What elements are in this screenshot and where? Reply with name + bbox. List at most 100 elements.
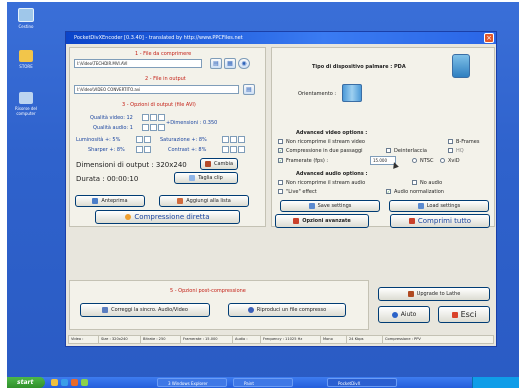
change-size-button[interactable]: Cambia: [200, 158, 238, 170]
options-heading: 3 - Opzioni di output (file AVI): [122, 102, 196, 108]
desktop-icon-recycle-bin[interactable]: Cestino: [11, 8, 41, 29]
browser-icon[interactable]: [61, 379, 68, 386]
compress-icon: [125, 214, 132, 220]
status-cell: Audio :: [233, 336, 261, 343]
saturation-max[interactable]: [238, 136, 245, 143]
browse-output-button[interactable]: ▤: [243, 84, 255, 95]
direct-compress-button[interactable]: Compressione diretta: [95, 210, 240, 224]
video-quality-up[interactable]: [150, 114, 157, 121]
audio-normalization-checkbox[interactable]: ✓: [386, 189, 391, 194]
no-audio-checkbox[interactable]: [412, 180, 417, 185]
framerate-checkbox[interactable]: ✓: [278, 158, 283, 163]
status-cell: Video :: [69, 336, 99, 343]
mouse-cursor-icon: [391, 161, 399, 169]
orientation-icon[interactable]: [342, 84, 362, 102]
no-recompress-audio-checkbox[interactable]: [278, 180, 283, 185]
add-to-list-button[interactable]: Aggiungi alla lista: [159, 195, 249, 207]
right-options-panel: Tipo di dispositivo palmare : PDA Orient…: [271, 47, 495, 227]
advanced-audio-heading: Advanced audio options :: [296, 171, 368, 177]
video-info-button[interactable]: ▦: [224, 58, 236, 69]
sharpness-up[interactable]: [144, 146, 151, 153]
dimension-label: +Dimensioni : 0.350: [166, 120, 218, 126]
info-icon: ◉: [241, 60, 247, 67]
save-settings-button[interactable]: Save settings: [280, 200, 380, 212]
cut-clip-button[interactable]: Taglia clip: [174, 172, 238, 184]
taskbar-item-active[interactable]: PocketDivX: [327, 378, 397, 387]
audio-quality-down[interactable]: [142, 124, 149, 131]
brightness-down[interactable]: [136, 136, 143, 143]
video-quality-max[interactable]: [158, 114, 165, 121]
sharpness-label: Sharper +: 8%: [88, 147, 125, 153]
audio-normalization-label: Audio normalization: [394, 189, 444, 195]
live-effect-checkbox[interactable]: [278, 189, 283, 194]
compress-all-button[interactable]: Comprimi tutto: [390, 214, 490, 228]
video-quality-down[interactable]: [142, 114, 149, 121]
ntsc-label: NTSC: [420, 158, 434, 164]
advanced-video-heading: Advanced video options :: [296, 130, 368, 136]
bframes-label: B-Frames: [456, 139, 480, 145]
desktop-icon-computer[interactable]: Risorse del computer: [11, 92, 41, 116]
no-recompress-video-checkbox[interactable]: [278, 139, 283, 144]
add-list-icon: [177, 197, 184, 204]
media-icon[interactable]: [71, 379, 78, 386]
close-button[interactable]: ×: [484, 33, 494, 43]
deinterlace-checkbox[interactable]: [386, 148, 391, 153]
preview-button[interactable]: Anteprima: [75, 195, 145, 207]
start-button[interactable]: start: [7, 377, 45, 388]
sharpness-down[interactable]: [136, 146, 143, 153]
compress-all-icon: [408, 218, 415, 224]
saturation-up[interactable]: [230, 136, 237, 143]
play-file-button[interactable]: Riproduci un file compresso: [228, 303, 346, 317]
ntsc-radio[interactable]: [412, 158, 417, 163]
no-recompress-audio-label: Non ricomprime il stream audio: [286, 180, 366, 186]
load-settings-button[interactable]: Load settings: [389, 200, 489, 212]
folder-icon: [19, 50, 33, 62]
contrast-up[interactable]: [230, 146, 237, 153]
hq-label: HQ: [456, 148, 464, 154]
left-options-panel: 1 - File da comprimere I:\Video\TECHDIR.…: [69, 47, 266, 227]
xvid-radio[interactable]: [440, 158, 445, 163]
info-button[interactable]: ◉: [238, 58, 250, 69]
input-heading: 1 - File da comprimere: [135, 51, 192, 57]
xvid-label: XviD: [448, 158, 460, 164]
taskbar-item[interactable]: Paint: [233, 378, 293, 387]
brightness-up[interactable]: [144, 136, 151, 143]
av-sync-button[interactable]: Correggi la sincro. Audio/Video: [80, 303, 210, 317]
upgrade-button[interactable]: Upgrade to Lathe: [378, 287, 490, 301]
folder-icon: ▤: [246, 86, 252, 93]
saturation-label: Saturazione +: 8%: [160, 137, 207, 143]
desktop-icon-store[interactable]: STORE: [11, 50, 41, 69]
deinterlace-label: Deinterlaccia: [394, 148, 427, 154]
status-cell: Bitrate : 250: [141, 336, 181, 343]
app-icon[interactable]: [81, 379, 88, 386]
status-cell: Size : 320x240: [99, 336, 141, 343]
bframes-checkbox[interactable]: [448, 139, 453, 144]
input-path-field[interactable]: I:\Video\TECHDIR.MVI.AVI: [74, 59, 202, 68]
two-pass-checkbox[interactable]: ✓: [278, 148, 283, 153]
exit-icon: [451, 311, 458, 318]
computer-icon: [19, 92, 33, 104]
contrast-down[interactable]: [222, 146, 229, 153]
system-tray: [472, 377, 519, 388]
help-icon: [391, 311, 398, 318]
audio-quality-up[interactable]: [150, 124, 157, 131]
saturation-down[interactable]: [222, 136, 229, 143]
taskbar-item[interactable]: 3 Windows Explorer: [157, 378, 227, 387]
output-heading: 2 - File in output: [145, 76, 186, 82]
pda-icon: [452, 54, 470, 78]
preview-icon: [92, 197, 99, 204]
post-compression-heading: 5 - Opzioni post-compressione: [170, 288, 246, 294]
exit-button[interactable]: Esci: [438, 306, 490, 323]
desktop-icon-label: STORE: [19, 64, 33, 69]
browse-input-button[interactable]: ▤: [210, 58, 222, 69]
resize-icon: [204, 160, 211, 167]
output-path-field[interactable]: I:\Video\VIDEO CONVERTITO.avi: [74, 85, 239, 94]
help-button[interactable]: Aiuto: [378, 306, 430, 323]
contrast-max[interactable]: [238, 146, 245, 153]
hq-checkbox[interactable]: [448, 148, 453, 153]
folder-icon[interactable]: [51, 379, 58, 386]
scissors-icon: [189, 174, 196, 181]
orientation-label: Orientamento :: [298, 91, 337, 97]
audio-quality-max[interactable]: [158, 124, 165, 131]
advanced-options-button[interactable]: Opzioni avanzate: [275, 214, 369, 228]
